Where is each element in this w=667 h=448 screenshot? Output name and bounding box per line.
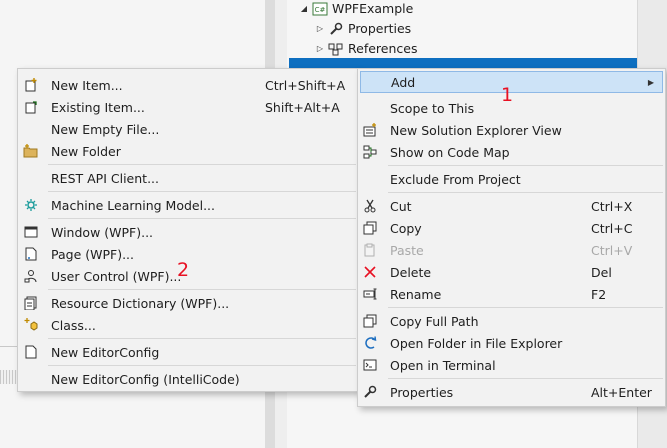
tree-item-properties[interactable]: ▷ Properties (313, 19, 411, 39)
ml-model-icon (23, 197, 39, 213)
menu-separator (388, 165, 663, 166)
menu-item-window-wpf[interactable]: Window (WPF)... (18, 221, 358, 243)
annotation-number: 2 (177, 259, 190, 281)
menu-separator (388, 378, 663, 379)
menu-separator (388, 192, 663, 193)
menu-separator (48, 338, 356, 339)
menu-separator (48, 365, 356, 366)
rename-icon (362, 286, 378, 302)
menu-item-cut[interactable]: Cut Ctrl+X (358, 195, 665, 217)
editorconfig-icon (23, 344, 39, 360)
add-submenu: New Item... Ctrl+Shift+A Existing Item..… (17, 68, 359, 392)
menu-item-copy[interactable]: Copy Ctrl+C (358, 217, 665, 239)
menu-separator (48, 191, 356, 192)
new-view-icon (362, 122, 378, 138)
menu-item-rename[interactable]: Rename F2 (358, 283, 665, 305)
existing-item-icon (23, 99, 39, 115)
menu-item-existing-item[interactable]: Existing Item... Shift+Alt+A (18, 96, 358, 118)
menu-item-copy-full-path[interactable]: Copy Full Path (358, 310, 665, 332)
menu-item-new-solution-explorer-view[interactable]: New Solution Explorer View (358, 119, 665, 141)
expand-down-icon[interactable]: ◢ (297, 0, 311, 19)
menu-item-new-editorconfig-intellicode[interactable]: New EditorConfig (IntelliCode) (18, 368, 358, 390)
class-icon (23, 317, 39, 333)
menu-item-resource-dictionary[interactable]: Resource Dictionary (WPF)... (18, 292, 358, 314)
annotation-number: 1 (501, 84, 514, 106)
references-icon (327, 42, 345, 56)
menu-item-properties[interactable]: Properties Alt+Enter (358, 381, 665, 403)
menu-separator (48, 218, 356, 219)
menu-item-new-editorconfig[interactable]: New EditorConfig (18, 341, 358, 363)
user-control-icon (23, 268, 39, 284)
menu-item-ml-model[interactable]: Machine Learning Model... (18, 194, 358, 216)
tree-item-project[interactable]: ◢ C# WPFExample (297, 0, 413, 19)
menu-separator (48, 289, 356, 290)
menu-item-open-folder[interactable]: Open Folder in File Explorer (358, 332, 665, 354)
menu-item-delete[interactable]: Delete Del (358, 261, 665, 283)
menu-separator (388, 307, 663, 308)
context-menu: Add ▶ Scope to This New Solution Explore… (357, 68, 666, 407)
code-map-icon (362, 144, 378, 160)
menu-item-class[interactable]: Class... (18, 314, 358, 336)
open-folder-icon (362, 335, 378, 351)
csharp-project-icon: C# (311, 2, 329, 16)
window-icon (23, 224, 39, 240)
resize-grip[interactable] (0, 370, 18, 384)
resource-dictionary-icon (23, 295, 39, 311)
tree-item-label: WPFExample (332, 1, 414, 16)
menu-item-rest-api-client[interactable]: REST API Client... (18, 167, 358, 189)
menu-item-open-in-terminal[interactable]: Open in Terminal (358, 354, 665, 376)
delete-icon (362, 264, 378, 280)
submenu-arrow-icon: ▶ (647, 77, 654, 87)
wrench-icon (327, 22, 345, 36)
menu-item-show-on-code-map[interactable]: Show on Code Map (358, 141, 665, 163)
pane-divider (0, 346, 18, 347)
menu-item-new-empty-file[interactable]: New Empty File... (18, 118, 358, 140)
paste-icon (362, 242, 378, 258)
terminal-icon (362, 357, 378, 373)
page-icon (23, 246, 39, 262)
copy-icon (362, 220, 378, 236)
tree-item-references[interactable]: ▷ References (313, 39, 418, 59)
new-folder-icon (23, 143, 39, 159)
tree-item-label: References (348, 41, 418, 56)
wrench-icon (362, 384, 378, 400)
copy-path-icon (362, 313, 378, 329)
svg-text:C#: C# (315, 6, 326, 14)
menu-item-new-folder[interactable]: New Folder (18, 140, 358, 162)
menu-separator (48, 164, 356, 165)
expand-right-icon[interactable]: ▷ (313, 39, 327, 59)
tree-item-label: Properties (348, 21, 412, 36)
expand-right-icon[interactable]: ▷ (313, 19, 327, 39)
new-item-icon (23, 77, 39, 93)
menu-item-paste[interactable]: Paste Ctrl+V (358, 239, 665, 261)
cut-icon (362, 198, 378, 214)
menu-item-new-item[interactable]: New Item... Ctrl+Shift+A (18, 74, 358, 96)
menu-item-exclude-from-project[interactable]: Exclude From Project (358, 168, 665, 190)
